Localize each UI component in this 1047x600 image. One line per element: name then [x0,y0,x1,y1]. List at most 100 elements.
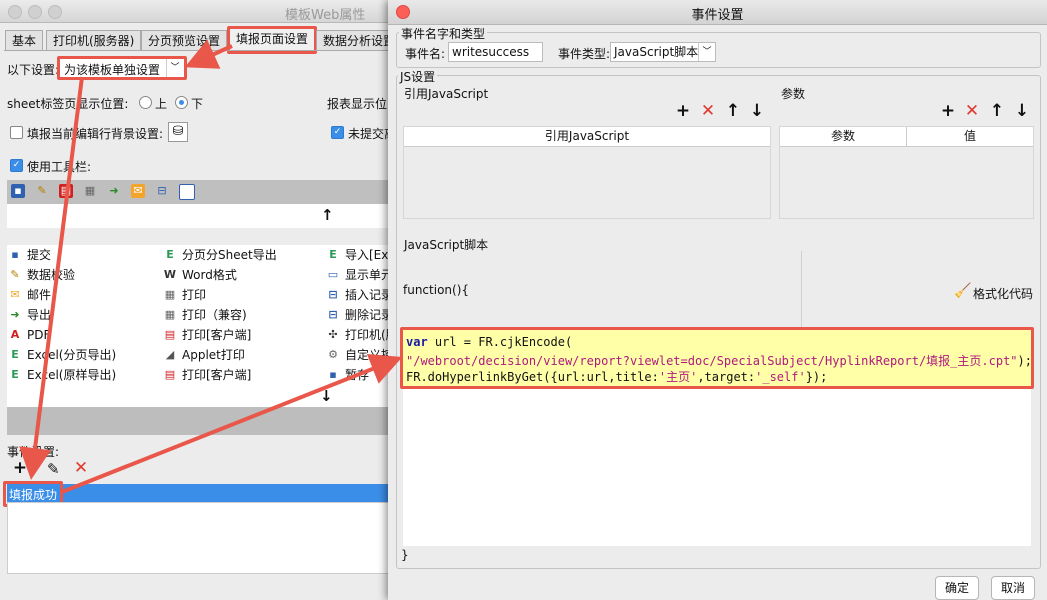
toolbar-option-icon: ⚙ [328,348,338,361]
move-down-param-icon[interactable]: ↓ [1013,101,1031,121]
toolbar-option-icon: W [163,268,177,281]
code-keyword-var: var [406,335,428,349]
code-target-string: '_self' [755,370,806,384]
dialog-title-bar: 事件设置 [388,0,1047,25]
move-up-param-icon[interactable]: ↑ [988,101,1006,121]
use-toolbar-checkbox[interactable]: ✓ [10,159,23,172]
add-ref-js-icon[interactable]: + [674,101,692,121]
toolbar-option-icon: ▤ [164,368,176,381]
unsubmitted-checkbox[interactable]: ✓ [331,126,344,139]
delete-param-icon[interactable]: ✕ [963,101,981,121]
position-top-label: 上 [155,97,168,111]
params-header-value: 值 [907,127,1033,147]
tab-printer-server[interactable]: 打印机(服务器) [46,30,142,51]
tab-basic[interactable]: 基本 [5,30,44,51]
print-icon[interactable]: ▦ [83,184,97,198]
toolbar-option-icon: ⊟ [328,288,338,301]
position-top-radio[interactable] [139,96,152,109]
event-name-label: 事件名: [405,47,446,61]
params-header-param: 参数 [780,127,907,147]
add-param-icon[interactable]: + [939,101,957,121]
toolbar-option-label: 删除记录 [345,308,394,322]
toolbar-option-icon: ▦ [164,308,176,321]
event-list-item[interactable] [7,484,392,502]
toolbar-option-label: 打印 [182,288,207,302]
edit-icon[interactable]: ✎ [47,460,60,478]
close-window-button[interactable] [8,5,22,19]
js-settings-legend: JS设置 [398,68,438,85]
event-item-label: 填报成功 [9,488,58,502]
code-line-3: FR.doHyperlinkByGet({url:url,title:'主页',… [406,368,827,385]
toolbar-option-icon: E [11,368,19,381]
template-web-properties-window: 模板Web属性 基本 打印机(服务器) 分页预览设置 填报页面设置 数据分析设置… [0,0,403,600]
function-open: function(){ [403,283,470,297]
ok-button[interactable]: 确定 [935,576,979,600]
code-line-3-b: ,target: [697,370,756,384]
toolbar-option-icon: ◢ [165,348,175,361]
event-name-input[interactable]: writesuccess [448,42,543,62]
toolbar-option-icon: ✣ [328,328,338,341]
mail-icon[interactable]: ✉ [131,184,145,198]
pdf-icon[interactable]: ▤ [59,184,73,198]
event-list-box [7,502,394,574]
following-settings-select[interactable]: 为该模板单独设置 ﹀ [57,56,187,80]
toolbar-items-grid: ▪ 提交 E 分页分Sheet导出 E 导入[Ex ✎ 数据校验 W Word格式 ▭ 显示单元 ✉ 邮件… [7,245,398,387]
export-icon[interactable]: ➜ [107,184,121,198]
following-settings-label: 以下设置: [7,63,60,77]
position-bottom-radio[interactable] [175,96,188,109]
tab-page-preview[interactable]: 分页预览设置 [141,30,228,51]
window-icon[interactable] [179,184,195,200]
sheet-tab-position-label: sheet标签页显示位置: [7,97,129,111]
format-code-button[interactable]: 格式化代码 [973,285,1033,302]
report-display-label: 报表显示位 [327,97,388,111]
chevron-down-icon: ﹀ [166,59,183,77]
move-up-icon[interactable]: ↑ [321,206,334,224]
code-line-1: var url = FR.cjkEncode( [406,335,572,349]
toolbar-option-label: Excel(原样导出) [27,368,117,382]
toolbar-option-label: Word格式 [182,268,237,282]
insert-row-icon[interactable]: ⊟ [155,184,169,198]
code-title-string: '主页' [658,370,698,384]
tab-divider [4,50,392,51]
maximize-window-button[interactable] [48,5,62,19]
cancel-button[interactable]: 取消 [991,576,1035,600]
params-table: 参数 值 [779,126,1034,219]
minimize-window-button[interactable] [28,5,42,19]
code-url-string: "/webroot/decision/view/report?viewlet=d… [406,354,1018,368]
toolbar-option-label: 分页分Sheet导出 [182,248,277,262]
toolbar-option-icon: E [166,248,174,261]
toolbar-option-icon: ▪ [11,248,19,261]
delete-event-icon[interactable]: ✕ [72,458,90,478]
toolbar-option-label: 数据校验 [27,268,76,282]
verify-icon[interactable]: ✎ [35,184,49,198]
event-type-select[interactable]: JavaScript脚本 ﹀ [610,42,716,62]
save-icon[interactable]: ▪ [11,184,25,198]
ref-js-header: 引用JavaScript [404,127,770,147]
window-title: 模板Web属性 [285,8,366,23]
toolbar-option-label: 暂存 [345,368,370,382]
move-down-ref-js-icon[interactable]: ↓ [748,101,766,121]
toolbar-option-label: 打印（兼容) [182,308,247,322]
delete-ref-js-icon[interactable]: ✕ [699,101,717,121]
position-bottom-label: 下 [191,97,204,111]
toolbar-option-label: 自定义控 [345,348,394,362]
toolbar-option-icon: A [10,328,20,341]
toolbar-option-label: 导入[Ex [345,248,389,262]
move-down-icon[interactable]: ↓ [320,387,333,405]
toolbar-option-label: 显示单元 [345,268,394,282]
move-up-ref-js-icon[interactable]: ↑ [724,101,742,121]
toolbar-option-icon: ⊟ [328,308,338,321]
toolbar-option-label: Excel(分页导出) [27,348,117,362]
toolbar-option-icon: ✎ [10,268,20,281]
paint-bucket-icon[interactable]: ⛁ [168,122,188,142]
ref-js-table: 引用JavaScript [403,126,771,219]
toolbar-option-icon: ▤ [164,328,176,341]
toolbar-option-label: 邮件 [27,288,52,302]
toolbar-option-icon: ➜ [10,308,20,321]
toolbar-option-label: 插入记录 [345,288,394,302]
fill-bg-checkbox[interactable] [10,126,23,139]
add-event-icon[interactable]: + [11,458,29,478]
toolbar-option-label: 打印[客户端] [182,368,252,382]
toolbar-option-label: 导出 [27,308,52,322]
toolbar-option-icon: ▦ [164,288,176,301]
